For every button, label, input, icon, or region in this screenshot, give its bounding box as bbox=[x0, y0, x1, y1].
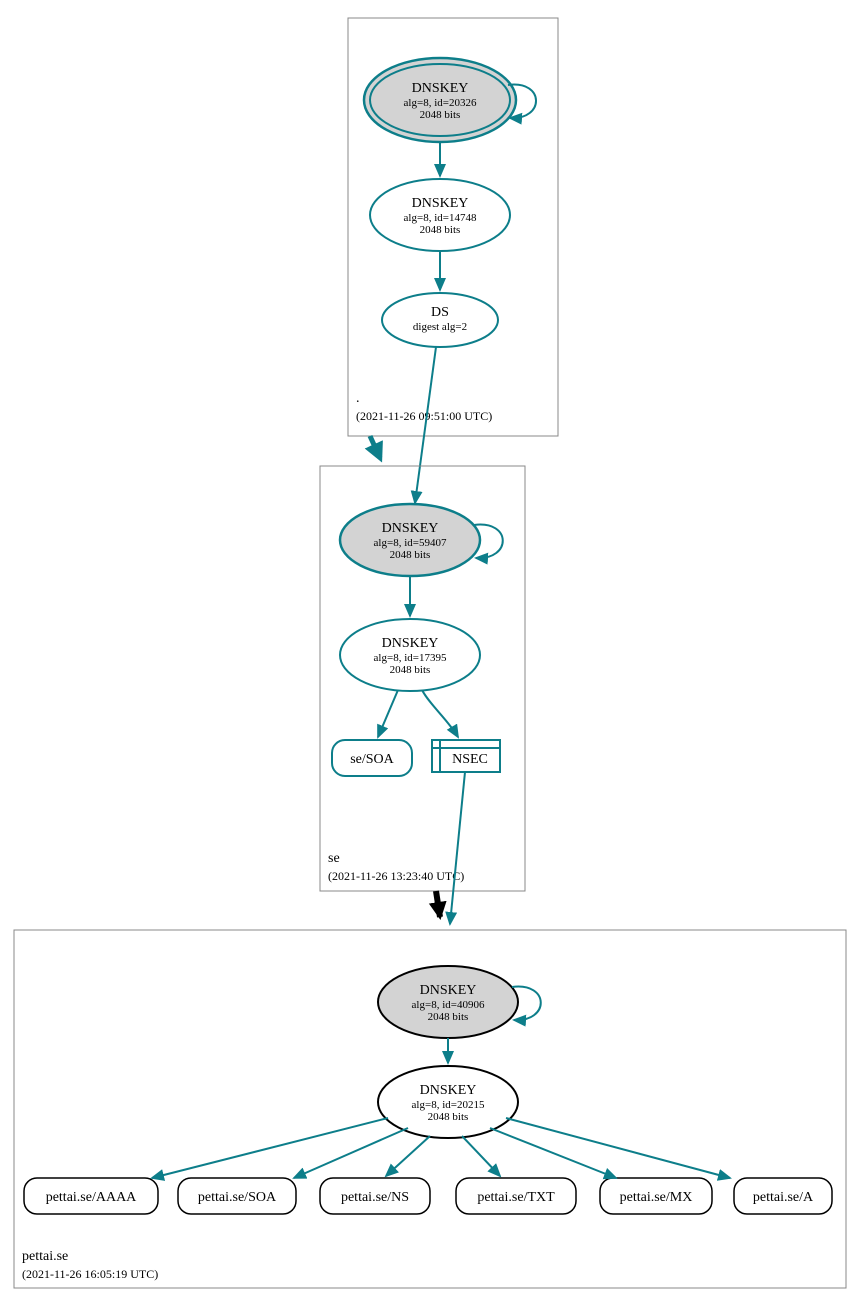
root-ksk: DNSKEY alg=8, id=20326 2048 bits bbox=[364, 58, 516, 142]
se-nsec: NSEC bbox=[432, 740, 500, 772]
arrow-zsk-ns bbox=[386, 1136, 430, 1176]
rr-ns: pettai.se/NS bbox=[320, 1178, 430, 1214]
arrow-ds-se-ksk bbox=[415, 347, 436, 503]
svg-text:alg=8, id=40906: alg=8, id=40906 bbox=[412, 999, 485, 1011]
svg-text:2048 bits: 2048 bits bbox=[390, 664, 431, 676]
rr-mx: pettai.se/MX bbox=[600, 1178, 712, 1214]
dnssec-diagram: . (2021-11-26 09:51:00 UTC) DNSKEY alg=8… bbox=[0, 0, 860, 1304]
svg-text:DS: DS bbox=[431, 305, 449, 320]
zone-pettai-timestamp: (2021-11-26 16:05:19 UTC) bbox=[22, 1267, 158, 1281]
zone-pettai: pettai.se (2021-11-26 16:05:19 UTC) DNSK… bbox=[14, 930, 846, 1288]
arrow-zone-root-se bbox=[370, 436, 380, 458]
pettai-ksk: DNSKEY alg=8, id=40906 2048 bits bbox=[378, 966, 518, 1038]
svg-text:2048 bits: 2048 bits bbox=[428, 1011, 469, 1023]
svg-text:pettai.se/A: pettai.se/A bbox=[753, 1190, 814, 1205]
svg-text:NSEC: NSEC bbox=[452, 752, 488, 767]
arrow-zsk-aaaa bbox=[152, 1118, 388, 1178]
svg-text:pettai.se/TXT: pettai.se/TXT bbox=[477, 1190, 555, 1205]
arrow-zsk-txt bbox=[462, 1136, 500, 1176]
svg-text:DNSKEY: DNSKEY bbox=[412, 81, 469, 96]
svg-text:2048 bits: 2048 bits bbox=[390, 549, 431, 561]
svg-text:pettai.se/MX: pettai.se/MX bbox=[620, 1190, 693, 1205]
zone-se-timestamp: (2021-11-26 13:23:40 UTC) bbox=[328, 869, 464, 883]
zone-pettai-name: pettai.se bbox=[22, 1249, 68, 1264]
rr-a: pettai.se/A bbox=[734, 1178, 832, 1214]
rr-aaaa: pettai.se/AAAA bbox=[24, 1178, 158, 1214]
rr-txt: pettai.se/TXT bbox=[456, 1178, 576, 1214]
svg-text:2048 bits: 2048 bits bbox=[420, 109, 461, 121]
zone-se: se (2021-11-26 13:23:40 UTC) DNSKEY alg=… bbox=[320, 466, 525, 891]
arrow-zone-se-pettai bbox=[436, 891, 440, 917]
se-soa: se/SOA bbox=[332, 740, 412, 776]
svg-text:pettai.se/AAAA: pettai.se/AAAA bbox=[46, 1190, 137, 1205]
arrow-se-zsk-nsec bbox=[422, 690, 458, 737]
rr-soa: pettai.se/SOA bbox=[178, 1178, 296, 1214]
root-zsk: DNSKEY alg=8, id=14748 2048 bits bbox=[370, 179, 510, 251]
svg-text:DNSKEY: DNSKEY bbox=[420, 1083, 477, 1098]
se-zsk: DNSKEY alg=8, id=17395 2048 bits bbox=[340, 619, 480, 691]
pettai-records: pettai.se/AAAA pettai.se/SOA pettai.se/N… bbox=[24, 1178, 832, 1214]
pettai-zsk: DNSKEY alg=8, id=20215 2048 bits bbox=[378, 1066, 518, 1138]
svg-text:alg=8, id=20326: alg=8, id=20326 bbox=[404, 97, 477, 109]
svg-text:pettai.se/NS: pettai.se/NS bbox=[341, 1190, 409, 1205]
svg-text:DNSKEY: DNSKEY bbox=[420, 983, 477, 998]
zone-root: . (2021-11-26 09:51:00 UTC) DNSKEY alg=8… bbox=[348, 18, 558, 436]
svg-text:DNSKEY: DNSKEY bbox=[382, 521, 439, 536]
svg-text:alg=8, id=14748: alg=8, id=14748 bbox=[404, 212, 477, 224]
svg-text:digest alg=2: digest alg=2 bbox=[413, 321, 467, 333]
root-ds: DS digest alg=2 bbox=[382, 293, 498, 347]
svg-text:alg=8, id=59407: alg=8, id=59407 bbox=[374, 537, 447, 549]
arrow-nsec-pettai bbox=[450, 772, 465, 924]
zone-root-timestamp: (2021-11-26 09:51:00 UTC) bbox=[356, 409, 492, 423]
arrow-zsk-mx bbox=[490, 1128, 616, 1178]
svg-text:DNSKEY: DNSKEY bbox=[412, 196, 469, 211]
se-ksk: DNSKEY alg=8, id=59407 2048 bits bbox=[340, 504, 480, 576]
svg-text:2048 bits: 2048 bits bbox=[428, 1111, 469, 1123]
svg-text:DNSKEY: DNSKEY bbox=[382, 636, 439, 651]
svg-text:alg=8, id=17395: alg=8, id=17395 bbox=[374, 652, 447, 664]
svg-text:2048 bits: 2048 bits bbox=[420, 224, 461, 236]
svg-text:pettai.se/SOA: pettai.se/SOA bbox=[198, 1190, 277, 1205]
svg-text:alg=8, id=20215: alg=8, id=20215 bbox=[412, 1099, 485, 1111]
zone-root-name: . bbox=[356, 391, 360, 406]
zone-se-name: se bbox=[328, 851, 340, 866]
svg-text:se/SOA: se/SOA bbox=[350, 752, 394, 767]
arrow-se-zsk-soa bbox=[378, 690, 398, 737]
